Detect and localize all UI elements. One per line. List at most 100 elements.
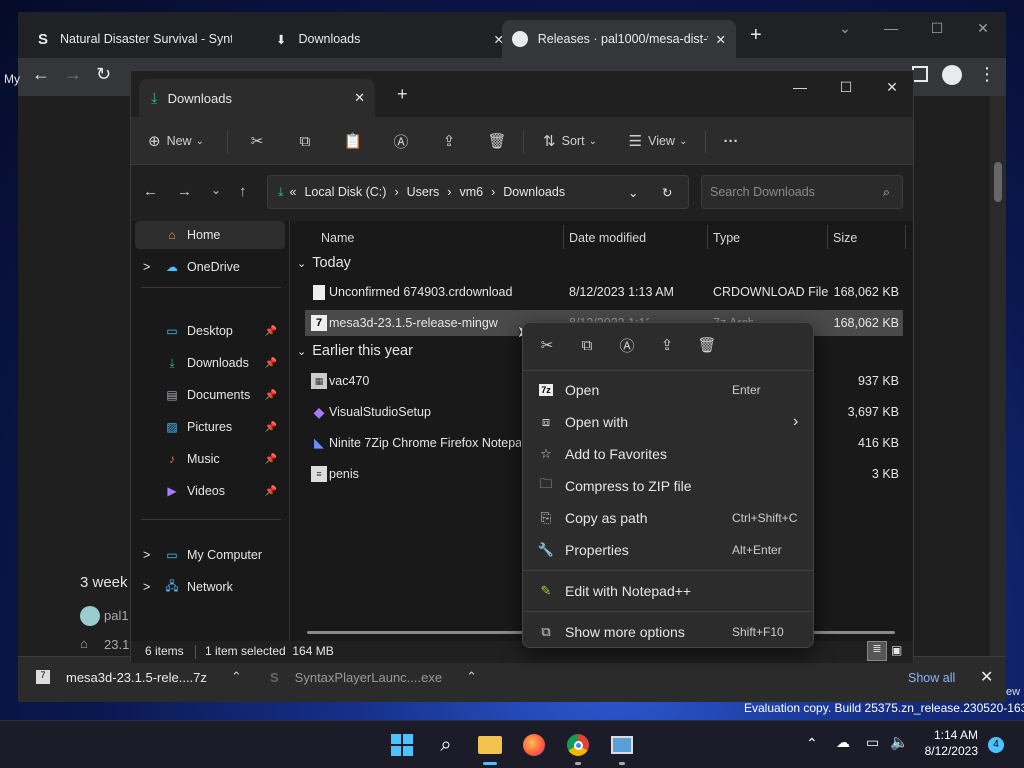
chrome-close-button[interactable]: ✕ xyxy=(960,12,1006,44)
column-divider[interactable] xyxy=(905,225,906,249)
search-icon[interactable]: ⌕ xyxy=(430,729,462,761)
up-icon[interactable]: ↑ xyxy=(239,183,247,200)
menu-item-edit-notepadpp[interactable]: ✎ Edit with Notepad++ xyxy=(527,575,811,607)
network-disconnected-icon[interactable]: ☁ xyxy=(836,734,850,751)
nav-item-pictures[interactable]: ▨ Pictures 📌 xyxy=(135,413,285,441)
search-input[interactable]: Search Downloads ⌕ xyxy=(701,175,903,209)
column-header-type[interactable]: Type xyxy=(713,231,740,245)
profile-icon[interactable] xyxy=(942,65,962,85)
new-tab-button[interactable]: + xyxy=(750,24,762,47)
file-explorer-icon[interactable] xyxy=(474,729,506,765)
start-windows-icon[interactable] xyxy=(386,729,418,761)
chevron-up-icon[interactable]: ⌃ xyxy=(231,669,242,685)
nav-item-videos[interactable]: ▶ Videos 📌 xyxy=(135,477,285,505)
column-divider[interactable] xyxy=(827,225,828,249)
nav-item-music[interactable]: ♪ Music 📌 xyxy=(135,445,285,473)
close-tab-icon[interactable]: ✕ xyxy=(716,32,726,47)
nav-item-my-computer[interactable]: > ▭ My Computer xyxy=(135,541,285,569)
share-icon[interactable]: ⇪ xyxy=(435,127,463,155)
menu-item-open-with[interactable]: ⧈ Open with › xyxy=(527,406,811,438)
notification-badge[interactable]: 4 xyxy=(988,737,1004,753)
group-header-today[interactable]: ⌄ Today xyxy=(297,255,351,271)
menu-icon[interactable]: ⋮ xyxy=(978,64,996,85)
group-header-earlier[interactable]: ⌄ Earlier this year xyxy=(297,343,413,359)
breadcrumb-item[interactable]: Downloads xyxy=(503,185,565,199)
copy-icon[interactable]: ⧉ xyxy=(575,333,599,357)
rename-icon[interactable]: Ⓐ xyxy=(387,127,415,155)
forward-icon[interactable]: → xyxy=(177,183,192,200)
scrollbar-thumb[interactable] xyxy=(994,162,1002,202)
chrome-tab-downloads[interactable]: ⬇ Downloads ✕ xyxy=(266,20,504,58)
show-all-link[interactable]: Show all xyxy=(908,671,955,685)
back-icon[interactable]: ← xyxy=(32,64,50,85)
address-bar[interactable]: ⤓ « Local Disk (C:) › Users › vm6 › Down… xyxy=(267,175,689,209)
firefox-icon[interactable] xyxy=(518,729,550,761)
breadcrumb-prefix[interactable]: « xyxy=(290,185,297,199)
app-window-icon[interactable] xyxy=(606,729,638,765)
volume-icon[interactable]: 🔈 xyxy=(890,733,909,751)
file-row[interactable]: Unconfirmed 674903.crdownload 8/12/2023 … xyxy=(305,279,903,305)
close-tab-icon[interactable]: ✕ xyxy=(354,90,365,106)
more-options-icon[interactable]: ··· xyxy=(717,127,745,155)
share-icon[interactable]: ⇪ xyxy=(655,333,679,357)
tray-chevron-icon[interactable]: ⌃ xyxy=(806,735,818,752)
explorer-maximize-button[interactable]: ☐ xyxy=(823,71,869,103)
explorer-tab-downloads[interactable]: ⤓ Downloads ✕ xyxy=(139,79,375,117)
page-scrollbar[interactable] xyxy=(990,96,1006,656)
display-icon[interactable]: ▭ xyxy=(866,734,879,751)
address-dropdown-icon[interactable]: ⌄ xyxy=(628,185,638,200)
clock[interactable]: 1:14 AM 8/12/2023 xyxy=(918,727,978,759)
column-header-name[interactable]: Name xyxy=(321,231,354,245)
delete-icon[interactable]: 🗑 xyxy=(483,127,511,155)
sort-button[interactable]: ⇅ Sort ⌄ xyxy=(537,127,603,155)
explorer-minimize-button[interactable]: — xyxy=(777,71,823,103)
expand-chevron-icon[interactable]: > xyxy=(143,260,159,274)
nav-item-documents[interactable]: ▤ Documents 📌 xyxy=(135,381,285,409)
paste-icon[interactable]: 📋 xyxy=(339,127,367,155)
details-view-icon[interactable]: ≣ xyxy=(867,641,887,661)
chrome-maximize-button[interactable]: ☐ xyxy=(914,12,960,44)
column-header-size[interactable]: Size xyxy=(833,231,857,245)
breadcrumb-item[interactable]: vm6 xyxy=(459,185,483,199)
chrome-tab-roblox[interactable]: S Natural Disaster Survival - Synta xyxy=(28,20,262,58)
recent-chevron-icon[interactable]: ⌄ xyxy=(211,183,221,197)
tiles-view-icon[interactable]: ▣ xyxy=(891,643,902,657)
download-item[interactable]: 7 mesa3d-23.1.5-rele....7z ⌃ xyxy=(36,669,242,685)
refresh-icon[interactable]: ↻ xyxy=(662,185,672,200)
new-button[interactable]: ⊕ New ⌄ xyxy=(141,127,211,155)
expand-chevron-icon[interactable]: > xyxy=(143,580,159,594)
close-download-bar-icon[interactable]: ✕ xyxy=(980,667,993,687)
forward-icon[interactable]: → xyxy=(64,64,82,85)
column-header-date[interactable]: Date modified xyxy=(569,231,646,245)
new-tab-button[interactable]: + xyxy=(397,84,408,105)
chrome-icon[interactable] xyxy=(562,729,594,765)
chevron-up-icon[interactable]: ⌃ xyxy=(466,669,477,685)
back-icon[interactable]: ← xyxy=(143,183,158,200)
copy-icon[interactable]: ⧉ xyxy=(291,127,319,155)
menu-item-add-favorites[interactable]: ☆ Add to Favorites xyxy=(527,438,811,470)
delete-icon[interactable]: 🗑 xyxy=(695,333,719,357)
column-divider[interactable] xyxy=(707,225,708,249)
menu-item-compress-zip[interactable]: 🗀 Compress to ZIP file xyxy=(527,470,811,502)
chrome-tab-releases[interactable]: Releases · pal1000/mesa-dist-win ✕ xyxy=(502,20,736,58)
cut-icon[interactable]: ✂ xyxy=(243,127,271,155)
breadcrumb-item[interactable]: Users xyxy=(407,185,440,199)
nav-item-onedrive[interactable]: > ☁ OneDrive xyxy=(135,253,285,281)
cut-icon[interactable]: ✂ xyxy=(535,333,559,357)
menu-item-properties[interactable]: 🔧 Properties Alt+Enter xyxy=(527,534,811,566)
nav-item-desktop[interactable]: ▭ Desktop 📌 xyxy=(135,317,285,345)
pane-divider[interactable] xyxy=(289,221,290,641)
nav-item-downloads[interactable]: ⤓ Downloads 📌 xyxy=(135,349,285,377)
rename-icon[interactable]: Ⓐ xyxy=(615,333,639,357)
column-divider[interactable] xyxy=(563,225,564,249)
menu-item-open[interactable]: 7z Open Enter xyxy=(527,374,811,406)
breadcrumb-item[interactable]: Local Disk (C:) xyxy=(304,185,386,199)
expand-chevron-icon[interactable]: > xyxy=(143,548,159,562)
menu-item-copy-as-path[interactable]: ⎘ Copy as path Ctrl+Shift+C xyxy=(527,502,811,534)
view-button[interactable]: ☰ View ⌄ xyxy=(625,127,691,155)
explorer-close-button[interactable]: ✕ xyxy=(869,71,915,103)
nav-item-home[interactable]: ⌂ Home xyxy=(135,221,285,249)
nav-item-network[interactable]: > 🖧 Network xyxy=(135,573,285,601)
chrome-minimize-button[interactable]: — xyxy=(868,12,914,44)
tab-search-icon[interactable]: ⌄ xyxy=(822,12,868,44)
